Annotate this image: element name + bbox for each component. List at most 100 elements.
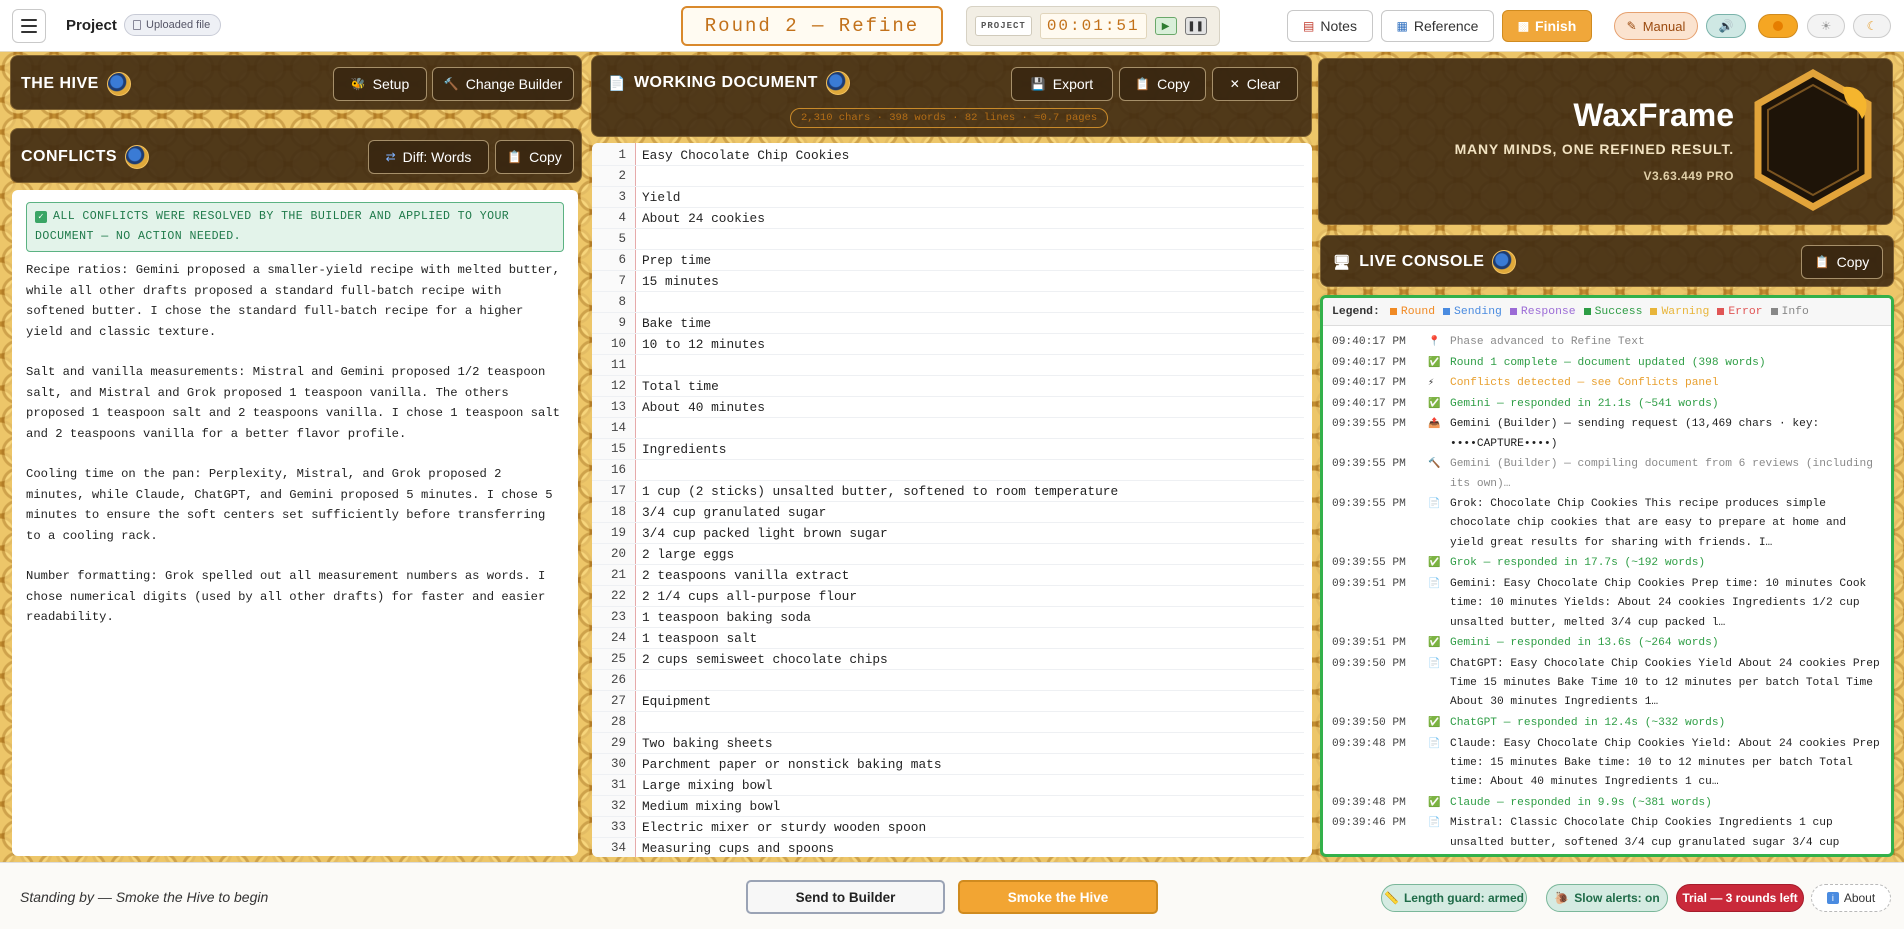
document-line[interactable]: 32 Medium mixing bowl bbox=[592, 796, 1304, 817]
document-line[interactable]: 7 15 minutes bbox=[592, 271, 1304, 292]
trial-badge[interactable]: Trial — 3 rounds left bbox=[1676, 884, 1804, 912]
about-button[interactable]: i About bbox=[1811, 884, 1891, 912]
document-line[interactable]: 9 Bake time bbox=[592, 313, 1304, 334]
document-line[interactable]: 21 2 teaspoons vanilla extract bbox=[592, 565, 1304, 586]
slow-alerts-badge[interactable]: 🐌 Slow alerts: on bbox=[1546, 884, 1668, 912]
line-text: 15 minutes bbox=[642, 273, 719, 289]
legend-swatch bbox=[1443, 308, 1451, 315]
manual-mode-button[interactable]: ✎ Manual bbox=[1614, 12, 1698, 40]
console-copy-button[interactable]: 📋 Copy bbox=[1801, 245, 1883, 279]
line-number: 6 bbox=[618, 253, 626, 267]
document-line[interactable]: 18 3/4 cup granulated sugar bbox=[592, 502, 1304, 523]
status-bar: Standing by — Smoke the Hive to begin Se… bbox=[0, 862, 1904, 929]
legend-label: Info bbox=[1781, 305, 1809, 318]
change-builder-label: Change Builder bbox=[465, 76, 563, 92]
uploaded-file-pill[interactable]: Uploaded file bbox=[124, 14, 222, 36]
notes-label: Notes bbox=[1320, 18, 1357, 34]
bee-badge-icon bbox=[125, 145, 150, 169]
diff-words-button[interactable]: ⇄ Diff: Words bbox=[368, 140, 489, 174]
bolt-icon: ⚡ bbox=[1428, 378, 1435, 390]
document-copy-button[interactable]: 📋 Copy bbox=[1119, 67, 1206, 101]
document-line[interactable]: 16 bbox=[592, 460, 1304, 481]
wand-icon: ✎ bbox=[1626, 19, 1637, 33]
pause-button[interactable]: ❚❚ bbox=[1184, 17, 1207, 35]
document-line[interactable]: 14 bbox=[592, 418, 1304, 439]
document-line[interactable]: 17 1 cup (2 sticks) unsalted butter, soft… bbox=[592, 481, 1304, 502]
log-entry: 09:39:48 PM 📄 Claude: Easy Chocolate Chip … bbox=[1332, 735, 1884, 793]
document-line[interactable]: 29 Two baking sheets bbox=[592, 733, 1304, 754]
log-time: 09:39:50 PM bbox=[1332, 716, 1406, 729]
theme-light-button[interactable]: ☀ bbox=[1807, 14, 1845, 38]
document-line[interactable]: 27 Equipment bbox=[592, 691, 1304, 712]
document-line[interactable]: 28 bbox=[592, 712, 1304, 733]
diff-words-label: Diff: Words bbox=[402, 149, 472, 165]
line-text: Yield bbox=[642, 189, 681, 205]
line-number: 17 bbox=[610, 484, 626, 498]
legend-item-round: Round bbox=[1389, 306, 1435, 318]
export-button[interactable]: 💾 Export bbox=[1011, 67, 1113, 101]
document-line[interactable]: 6 Prep time bbox=[592, 250, 1304, 271]
conflicts-copy-button[interactable]: 📋 Copy bbox=[495, 140, 574, 174]
document-line[interactable]: 20 2 large eggs bbox=[592, 544, 1304, 565]
log-time: 09:40:17 PM bbox=[1332, 377, 1406, 390]
sound-toggle[interactable]: 🔊 bbox=[1706, 14, 1746, 38]
document-line[interactable]: 33 Electric mixer or sturdy wooden spoon bbox=[592, 817, 1304, 838]
clear-button[interactable]: ✕ Clear bbox=[1212, 67, 1298, 101]
document-line[interactable]: 8 bbox=[592, 292, 1304, 313]
line-text: Large mixing bowl bbox=[642, 777, 773, 793]
send-to-builder-button[interactable]: Send to Builder bbox=[746, 880, 945, 914]
log-time: 09:39:48 PM bbox=[1332, 796, 1406, 809]
document-line[interactable]: 34 Measuring cups and spoons bbox=[592, 838, 1304, 857]
document-line[interactable]: 24 1 teaspoon salt bbox=[592, 628, 1304, 649]
round-title: Round 2 — Refine bbox=[681, 6, 943, 46]
clipboard-icon: 📋 bbox=[507, 150, 523, 164]
finish-button[interactable]: ▩ Finish bbox=[1502, 10, 1592, 42]
notes-button[interactable]: ▤ Notes bbox=[1287, 10, 1373, 42]
document-editor[interactable]: 1 Easy Chocolate Chip Cookies 2 3 Yield 4 Abou… bbox=[592, 143, 1312, 857]
document-line[interactable]: 25 2 cups semisweet chocolate chips bbox=[592, 649, 1304, 670]
document-line[interactable]: 19 3/4 cup packed light brown sugar bbox=[592, 523, 1304, 544]
document-line[interactable]: 26 bbox=[592, 670, 1304, 691]
change-builder-button[interactable]: 🔨 Change Builder bbox=[432, 67, 574, 101]
document-line[interactable]: 15 Ingredients bbox=[592, 439, 1304, 460]
doc-icon: 📄 bbox=[1428, 818, 1441, 830]
document-line[interactable]: 12 Total time bbox=[592, 376, 1304, 397]
smoke-the-hive-button[interactable]: Smoke the Hive bbox=[958, 880, 1158, 914]
document-line[interactable]: 11 bbox=[592, 355, 1304, 376]
legend-swatch bbox=[1717, 308, 1725, 315]
line-number: 18 bbox=[610, 505, 626, 519]
console-copy-label: Copy bbox=[1836, 254, 1870, 270]
line-number: 2 bbox=[618, 169, 626, 183]
legend-item-response: Response bbox=[1509, 306, 1576, 318]
log-entry: 09:39:51 PM ✅ Gemini — responded in 13.6s … bbox=[1332, 634, 1884, 653]
document-line[interactable]: 23 1 teaspoon baking soda bbox=[592, 607, 1304, 628]
line-number: 28 bbox=[610, 715, 626, 729]
document-line[interactable]: 2 bbox=[592, 166, 1304, 187]
length-guard-badge[interactable]: 📏 Length guard: armed bbox=[1381, 884, 1527, 912]
document-line[interactable]: 22 2 1/4 cups all-purpose flour bbox=[592, 586, 1304, 607]
document-line[interactable]: 1 Easy Chocolate Chip Cookies bbox=[592, 145, 1304, 166]
play-button[interactable]: ▶ bbox=[1154, 17, 1177, 35]
document-line[interactable]: 10 10 to 12 minutes bbox=[592, 334, 1304, 355]
document-line[interactable]: 5 bbox=[592, 229, 1304, 250]
setup-button[interactable]: 🐝 Setup bbox=[333, 67, 427, 101]
document-line[interactable]: 30 Parchment paper or nonstick baking mat… bbox=[592, 754, 1304, 775]
line-number: 24 bbox=[610, 631, 626, 645]
reference-button[interactable]: ▦ Reference bbox=[1381, 10, 1494, 42]
line-text: Medium mixing bowl bbox=[642, 798, 781, 814]
hamburger-menu-button[interactable] bbox=[12, 9, 46, 43]
document-line[interactable]: 31 Large mixing bowl bbox=[592, 775, 1304, 796]
brand-tagline: MANY MINDS, ONE REFINED RESULT. bbox=[1454, 141, 1734, 157]
manual-label: Manual bbox=[1642, 18, 1686, 34]
document-line[interactable]: 13 About 40 minutes bbox=[592, 397, 1304, 418]
line-text: Equipment bbox=[642, 693, 712, 709]
log-entry: 09:39:51 PM 📄 Gemini: Easy Chocolate Chip … bbox=[1332, 575, 1884, 633]
document-line[interactable]: 3 Yield bbox=[592, 187, 1304, 208]
line-number: 7 bbox=[618, 274, 626, 288]
log-time: 09:39:55 PM bbox=[1332, 418, 1406, 431]
theme-amber-button[interactable] bbox=[1758, 14, 1798, 38]
theme-dark-button[interactable]: ☾ bbox=[1853, 14, 1891, 38]
document-line[interactable]: 4 About 24 cookies bbox=[592, 208, 1304, 229]
line-text: About 40 minutes bbox=[642, 399, 765, 415]
log-time: 09:40:17 PM bbox=[1332, 336, 1406, 348]
